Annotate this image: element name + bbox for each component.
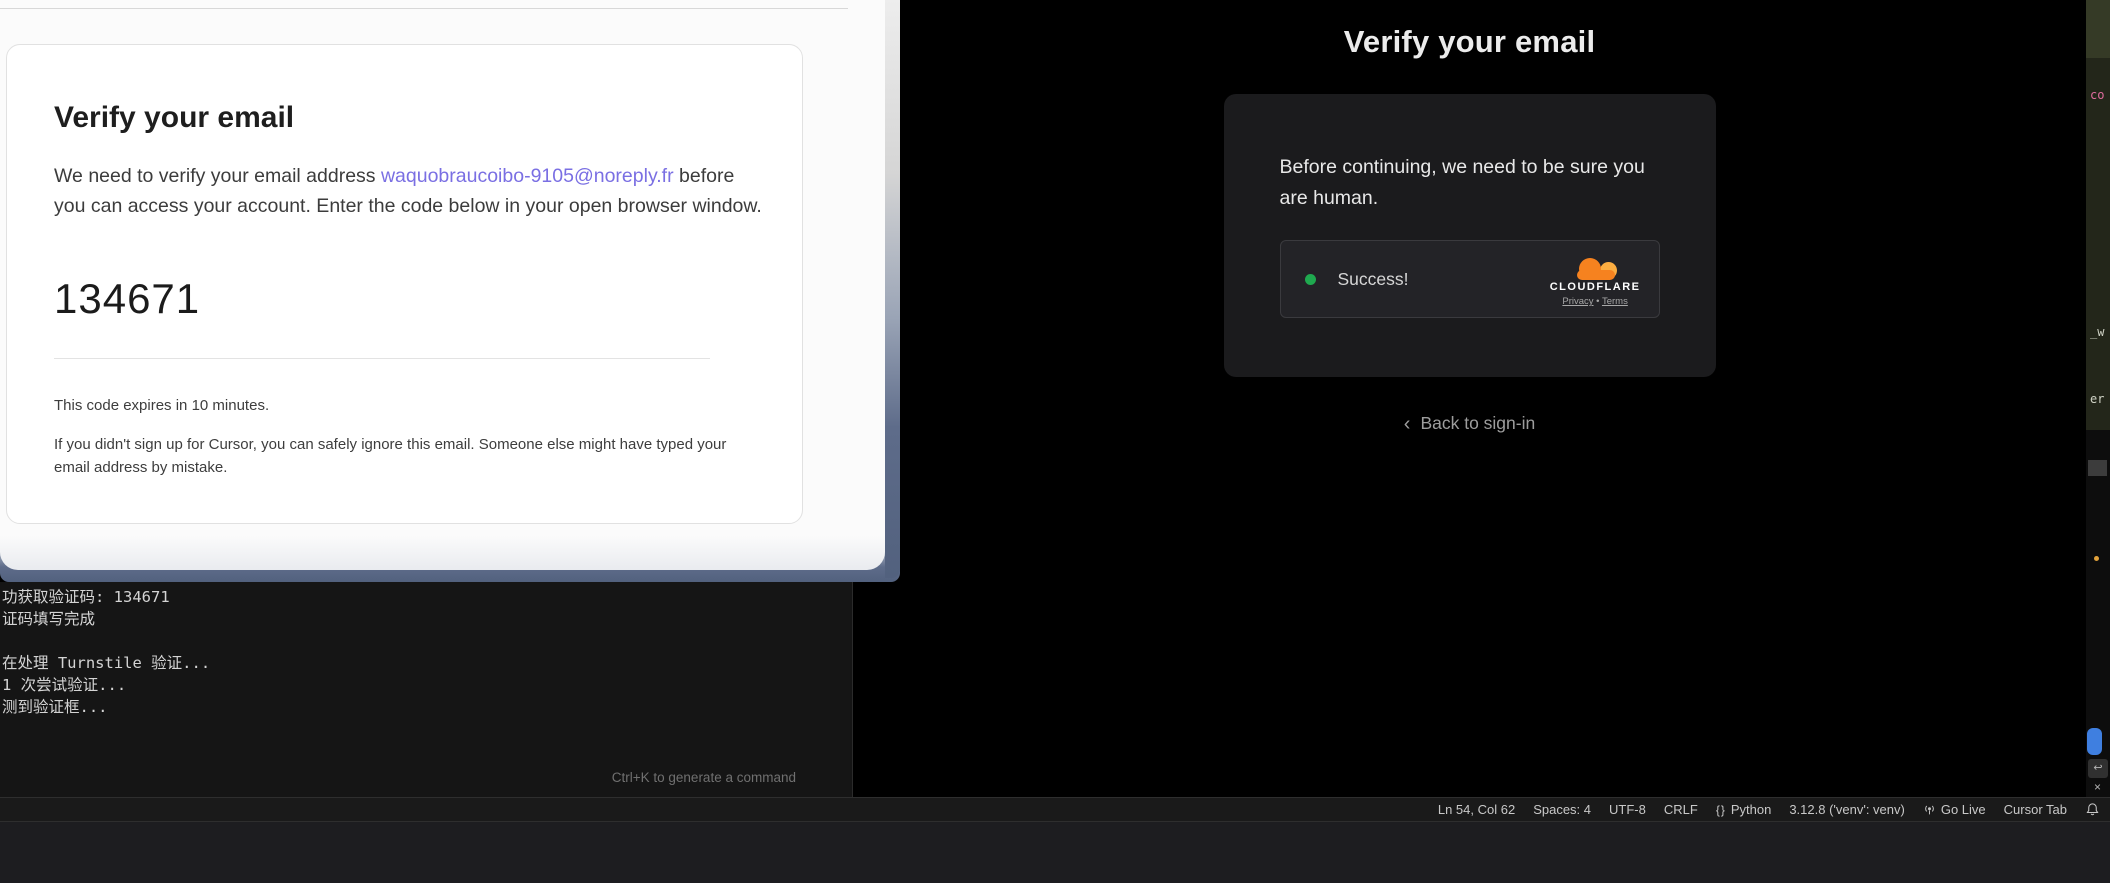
braces-icon: {} — [1716, 803, 1726, 817]
email-body: We need to verify your email address waq… — [54, 161, 770, 221]
cloudflare-turnstile-widget[interactable]: Success! CLOUDFLARE Privacy • Terms — [1280, 240, 1660, 318]
window-frame-right — [885, 0, 900, 578]
indentation-indicator[interactable]: Spaces: 4 — [1533, 802, 1591, 817]
terms-link[interactable]: Terms — [1602, 296, 1628, 307]
page-title: Verify your email — [853, 24, 2086, 60]
notifications-bell-icon[interactable] — [2085, 802, 2100, 817]
desktop-screen: Verify your email Before continuing, we … — [0, 0, 2110, 883]
encoding-indicator[interactable]: UTF-8 — [1609, 802, 1646, 817]
back-to-signin-link[interactable]: ‹Back to sign-in — [853, 412, 2086, 435]
disclaimer-text: If you didn't sign up for Cursor, you ca… — [54, 434, 744, 479]
background-editor-sliver: co _w er ↩ × — [2086, 0, 2110, 797]
code-fragment: co — [2090, 88, 2104, 102]
eol-indicator[interactable]: CRLF — [1664, 802, 1698, 817]
privacy-link[interactable]: Privacy — [1562, 296, 1593, 307]
email-page: Verify your email We need to verify your… — [0, 0, 885, 570]
terminal-line — [2, 630, 210, 652]
ctrl-k-hint: Ctrl+K to generate a command — [612, 770, 796, 785]
email-top-divider — [0, 8, 848, 9]
windows-taskbar: ⚙ 中 S 1:43 PM 2/12/2025 zz — [0, 822, 2110, 883]
cloudflare-cloud-icon — [1572, 257, 1618, 280]
links-separator: • — [1596, 296, 1599, 307]
language-mode-indicator[interactable]: {} Python — [1716, 802, 1772, 817]
browser-verification-page: Verify your email Before continuing, we … — [853, 0, 2086, 797]
email-address-link[interactable]: waquobraucoibo-9105@noreply.fr — [381, 165, 674, 187]
cloudflare-wordmark: CLOUDFLARE — [1550, 281, 1641, 293]
cursor-position-indicator[interactable]: Ln 54, Col 62 — [1438, 802, 1515, 817]
sliver-block — [2086, 0, 2110, 58]
ide-status-bar: Ln 54, Col 62 Spaces: 4 UTF-8 CRLF {} Py… — [0, 797, 2110, 822]
notification-action[interactable]: ↩ — [2088, 759, 2108, 778]
sliver-block — [2086, 58, 2110, 430]
terminal-line: 测到验证框... — [2, 696, 210, 718]
code-fragment: _w — [2090, 325, 2104, 339]
terminal-line: 在处理 Turnstile 验证... — [2, 652, 210, 674]
orange-dot — [2094, 556, 2099, 561]
email-title: Verify your email — [54, 101, 294, 135]
human-check-text: Before continuing, we need to be sure yo… — [1280, 152, 1660, 214]
terminal-pane[interactable]: 功获取验证码: 134671 证码填写完成 在处理 Turnstile 验证..… — [0, 582, 853, 797]
terminal-line: 1 次尝试验证... — [2, 674, 210, 696]
terminal-line: 功获取验证码: 134671 — [2, 586, 210, 608]
broadcast-icon — [1923, 803, 1936, 816]
cursor-tab-indicator[interactable]: Cursor Tab — [2004, 802, 2067, 817]
success-dot-icon — [1305, 274, 1316, 285]
card-divider — [54, 358, 710, 359]
close-icon[interactable]: × — [2094, 780, 2101, 794]
verification-code: 134671 — [54, 275, 200, 323]
chevron-left-icon: ‹ — [1404, 413, 1411, 436]
turnstile-links: Privacy • Terms — [1562, 296, 1627, 307]
scrollbar-thumb[interactable] — [2087, 728, 2102, 755]
expiry-note: This code expires in 10 minutes. — [54, 397, 269, 414]
minimap-fragment — [2088, 460, 2107, 476]
python-interpreter-indicator[interactable]: 3.12.8 ('venv': venv) — [1789, 802, 1905, 817]
email-card: Verify your email We need to verify your… — [6, 44, 803, 524]
turnstile-status: Success! — [1338, 269, 1409, 290]
terminal-output: 功获取验证码: 134671 证码填写完成 在处理 Turnstile 验证..… — [2, 586, 210, 718]
verification-card: Before continuing, we need to be sure yo… — [1224, 94, 1716, 377]
go-live-button[interactable]: Go Live — [1923, 802, 1986, 817]
email-preview-window: Verify your email We need to verify your… — [0, 0, 900, 582]
code-fragment: er — [2090, 392, 2104, 406]
terminal-line: 证码填写完成 — [2, 608, 210, 630]
cloudflare-brand: CLOUDFLARE Privacy • Terms — [1550, 251, 1641, 307]
